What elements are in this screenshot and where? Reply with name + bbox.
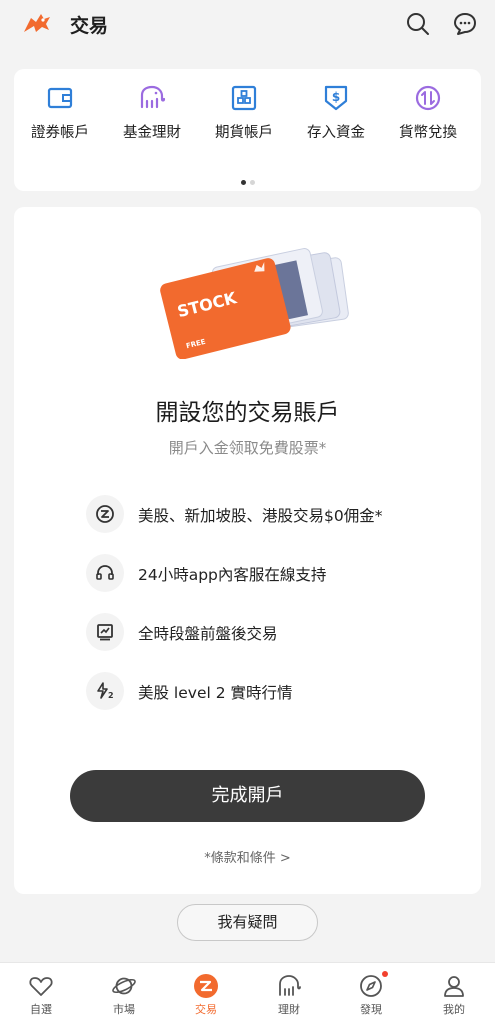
quick-action-futures-account[interactable]: 期貨帳戶 (199, 83, 289, 142)
trade-icon (194, 974, 218, 998)
tab-watchlist[interactable]: 自選 (11, 973, 71, 1017)
page-dot-active (240, 180, 246, 185)
page-dot (249, 180, 255, 185)
elephant-icon (140, 85, 166, 109)
quick-action-label: 基金理財 (123, 125, 181, 141)
chart-screen-icon (97, 624, 113, 641)
terms-link[interactable]: *條款和條件 > (14, 847, 481, 866)
compass-icon (360, 975, 382, 997)
tab-discover[interactable]: 發現 (341, 971, 401, 1017)
heart-icon (29, 977, 53, 996)
feature-text: 美股 level 2 實時行情 (138, 684, 293, 702)
elephant-icon (279, 975, 301, 996)
tab-label: 發現 (360, 1003, 382, 1016)
app-header: 交易 (0, 0, 495, 50)
quick-action-label: 期貨帳戶 (215, 125, 273, 141)
open-account-title: 開設您的交易賬戶 (155, 400, 340, 426)
tab-label: 自選 (30, 1003, 52, 1016)
feature-text: 美股、新加坡股、港股交易$0佣金* (138, 507, 383, 525)
feature-item-support: 24小時app內客服在線支持 (86, 554, 466, 594)
lightning-level2-icon: 2 (97, 682, 114, 700)
feature-item-level2: 2 美股 level 2 實時行情 (86, 672, 466, 712)
tab-label: 交易 (195, 1003, 217, 1016)
tab-me[interactable]: 我的 (424, 973, 484, 1017)
exchange-icon (415, 85, 441, 111)
faq-button[interactable]: 我有疑問 (177, 904, 318, 941)
headset-icon (96, 565, 114, 580)
open-account-card: STOCK FREE 開設您的交易賬戶 開戶入金领取免費股票* 美股、新加坡股、… (14, 207, 481, 894)
brand-bull-logo (24, 14, 50, 32)
zero-commission-icon (96, 505, 114, 523)
tab-label: 市場 (113, 1003, 135, 1016)
wallet-icon (47, 87, 73, 109)
stock-cards-illustration: STOCK FREE (160, 248, 349, 359)
tab-market[interactable]: 市場 (94, 973, 154, 1017)
person-icon (444, 976, 464, 997)
tab-wealth[interactable]: 理財 (259, 973, 319, 1017)
feature-text: 24小時app內客服在線支持 (138, 566, 327, 584)
deposit-icon: $ (324, 85, 348, 111)
tab-trade[interactable]: 交易 (176, 973, 236, 1017)
planet-icon (112, 977, 136, 995)
open-account-subtitle: 開戶入金领取免費股票* (168, 439, 327, 457)
feature-item-extended-hours: 全時段盤前盤後交易 (86, 613, 466, 653)
page-title: 交易 (70, 15, 109, 37)
tab-label: 我的 (443, 1003, 465, 1016)
svg-text:2: 2 (108, 691, 114, 700)
page-indicator (14, 170, 481, 185)
search-icon[interactable] (405, 11, 431, 37)
bottom-tab-bar: 自選 市場 交易 理財 發現 我的 (0, 962, 495, 1024)
quick-action-label: 證券帳戶 (31, 125, 89, 141)
complete-account-opening-button[interactable]: 完成開戶 (70, 770, 425, 822)
quick-action-label: 貨幣兌換 (399, 125, 457, 141)
notification-dot (382, 971, 388, 977)
quick-action-label: 存入資金 (307, 125, 365, 141)
feature-item-zero-commission: 美股、新加坡股、港股交易$0佣金* (86, 495, 466, 535)
quick-action-securities-account[interactable]: 證券帳戶 (15, 83, 105, 142)
quick-action-currency-exchange[interactable]: 貨幣兌換 (383, 83, 473, 142)
quick-action-deposit[interactable]: $ 存入資金 (291, 83, 381, 142)
quick-action-funds[interactable]: 基金理財 (107, 83, 197, 142)
chat-bubble-icon[interactable] (452, 11, 478, 37)
feature-text: 全時段盤前盤後交易 (138, 625, 278, 643)
svg-text:$: $ (332, 90, 340, 104)
quick-actions-card: 證券帳戶 基金理財 期貨帳戶 $ 存入資金 貨幣兌換 (14, 69, 481, 191)
blocks-icon (231, 85, 257, 111)
tab-label: 理財 (278, 1003, 300, 1016)
